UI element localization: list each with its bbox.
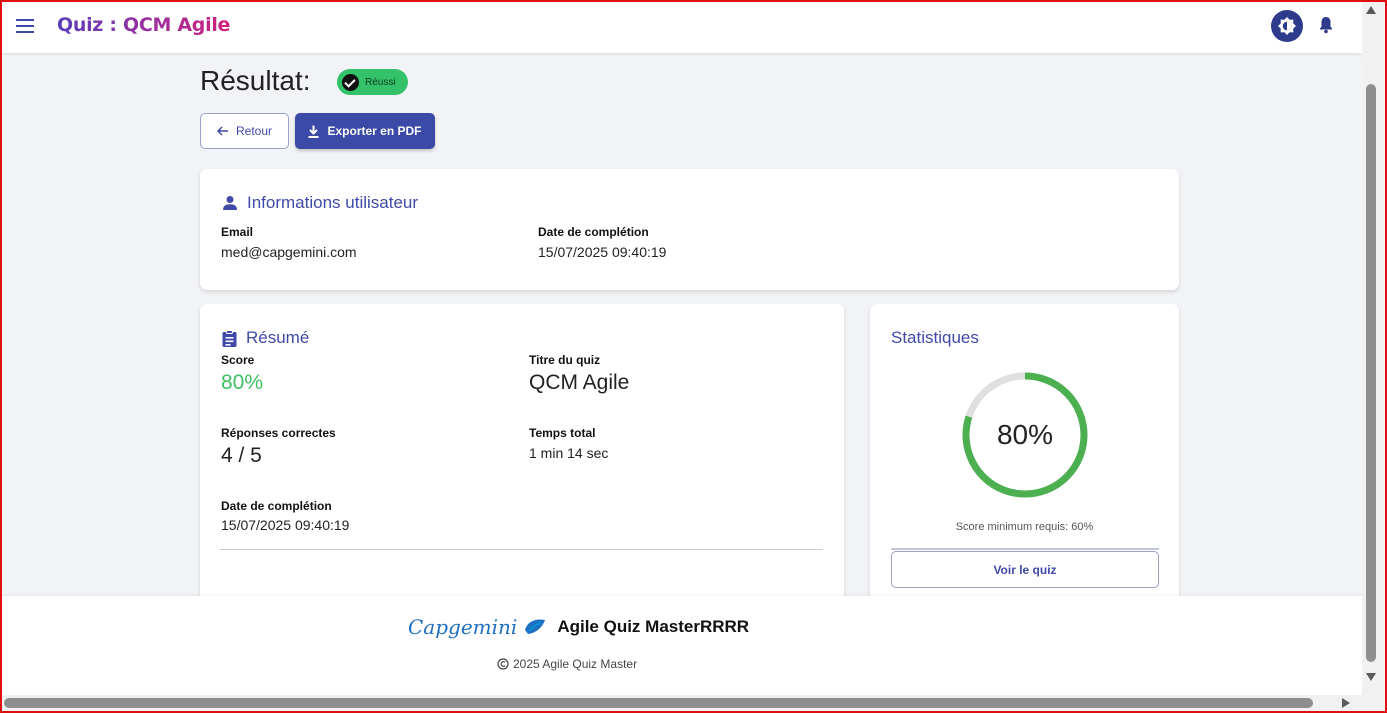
summary-date-value: 15/07/2025 09:40:19: [221, 517, 350, 533]
vertical-scroll-thumb[interactable]: [1366, 84, 1376, 662]
notifications-bell-icon[interactable]: [1318, 16, 1334, 38]
min-score-text: Score minimum requis: 60%: [955, 521, 1094, 533]
summary-card: Résumé Score 80% Titre du quiz QCM Agile…: [200, 304, 844, 604]
clipboard-icon: [222, 329, 237, 347]
quiz-title-label: Titre du quiz: [529, 353, 601, 367]
quiz-title-value: QCM Agile: [529, 371, 630, 394]
statistics-heading: Statistiques: [891, 328, 979, 348]
theme-toggle-button[interactable]: [1271, 10, 1303, 42]
download-icon: [308, 125, 319, 138]
email-value: med@capgemini.com: [221, 244, 357, 260]
correct-answers-value: 4 / 5: [221, 444, 262, 467]
horizontal-scrollbar[interactable]: [0, 695, 1385, 711]
scroll-down-arrow-icon[interactable]: [1366, 673, 1376, 681]
horizontal-scroll-thumb[interactable]: [4, 698, 1313, 708]
view-quiz-label: Voir le quiz: [993, 562, 1057, 577]
app-title: Quiz : QCM Agile: [57, 14, 231, 36]
correct-answers-label: Réponses correctes: [221, 426, 336, 440]
user-info-title: Informations utilisateur: [247, 193, 419, 212]
person-icon: [223, 196, 237, 210]
status-badge-label: Réussi: [365, 76, 396, 88]
export-pdf-label: Exporter en PDF: [327, 124, 422, 138]
score-label: Score: [221, 353, 255, 367]
score-value: 80%: [221, 371, 264, 394]
hamburger-menu-icon[interactable]: [16, 19, 34, 33]
total-time-value: 1 min 14 sec: [529, 445, 609, 461]
status-badge: Réussi: [337, 69, 408, 95]
email-label: Email: [221, 225, 254, 239]
footer-brand: Capgemini Agile Quiz MasterRRRR: [408, 615, 749, 639]
page-title: Résultat:: [200, 65, 311, 96]
statistics-card: Statistiques 80% Score minimum requis: 6…: [870, 304, 1179, 604]
statistics-title: Statistiques: [891, 328, 979, 347]
footer: Capgemini Agile Quiz MasterRRRR 2025 Agi…: [0, 596, 1362, 695]
stats-divider: [891, 548, 1159, 550]
summary-divider: [220, 549, 823, 550]
copyright: 2025 Agile Quiz Master: [497, 657, 637, 671]
top-app-bar: Quiz : QCM Agile: [0, 0, 1362, 53]
check-circle-icon: [342, 73, 359, 91]
export-pdf-button[interactable]: Exporter en PDF: [295, 113, 435, 149]
completion-date-label: Date de complétion: [538, 225, 649, 239]
view-quiz-button[interactable]: Voir le quiz: [891, 551, 1159, 588]
total-time-label: Temps total: [529, 426, 596, 440]
spade-logo-icon: [525, 619, 546, 634]
vertical-scrollbar[interactable]: [1362, 0, 1385, 695]
scroll-right-arrow-icon[interactable]: [1342, 698, 1350, 708]
user-info-heading: Informations utilisateur: [222, 193, 418, 213]
copyright-text: 2025 Agile Quiz Master: [513, 657, 638, 671]
capgemini-logo: Capgemini: [408, 615, 518, 639]
copyright-icon: [497, 658, 509, 670]
scroll-up-arrow-icon[interactable]: [1366, 6, 1376, 14]
summary-title: Résumé: [246, 328, 310, 347]
summary-date-label: Date de complétion: [221, 499, 332, 513]
user-info-card: Informations utilisateur Email med@capge…: [200, 169, 1179, 290]
completion-date-value: 15/07/2025 09:40:19: [538, 244, 667, 260]
summary-heading: Résumé: [222, 328, 309, 348]
score-percent-label: 80%: [996, 419, 1054, 450]
back-button-label: Retour: [235, 124, 273, 138]
back-button[interactable]: Retour: [200, 113, 289, 149]
footer-app-name: Agile Quiz MasterRRRR: [557, 617, 750, 636]
arrow-left-icon: [216, 126, 228, 136]
brightness-icon: [1278, 17, 1296, 35]
